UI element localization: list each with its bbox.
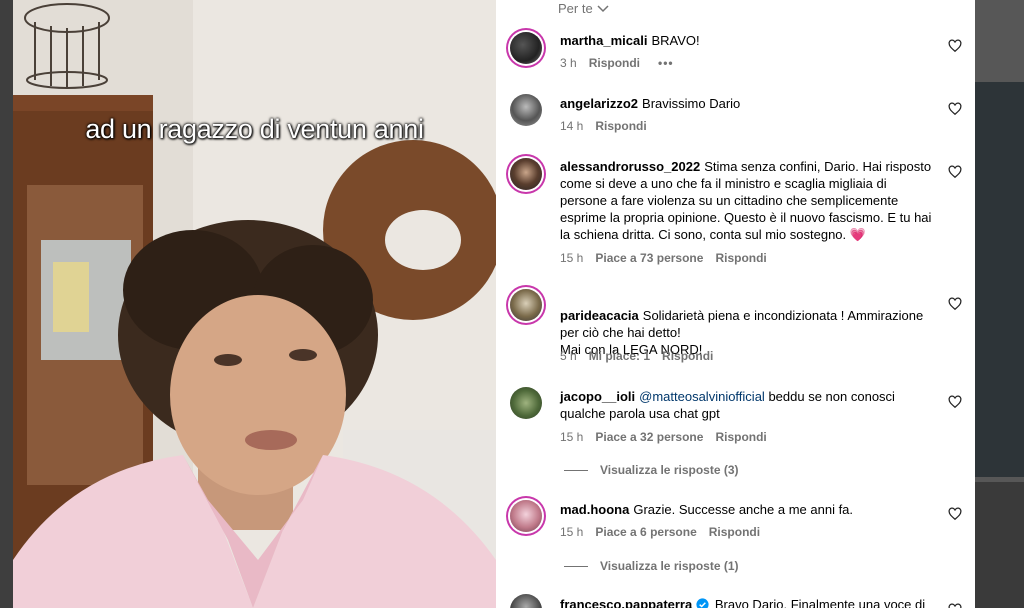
chevron-down-icon	[597, 5, 609, 13]
view-replies-button[interactable]: Visualizza le risposte (3)	[564, 463, 739, 477]
likes-count[interactable]: Piace a 73 persone	[595, 251, 703, 265]
comment-time[interactable]: 5 h	[560, 349, 577, 363]
background-post-thumbnail	[975, 482, 1024, 608]
comment-username[interactable]: mad.hoona	[560, 502, 629, 517]
reply-button[interactable]: Rispondi	[709, 525, 760, 539]
comment-text: BRAVO!	[651, 33, 700, 48]
comment-body: mad.hoona Grazie. Successe anche a me ann…	[560, 501, 934, 518]
more-options-icon[interactable]: •••	[658, 56, 674, 70]
feed-selector[interactable]: Per te	[558, 1, 609, 16]
comment-text: Bravissimo Dario	[642, 96, 741, 111]
like-heart-icon[interactable]	[948, 395, 962, 409]
comment-body: jacopo__ioli @matteosalviniofficial beddu…	[560, 388, 934, 422]
avatar[interactable]	[510, 500, 542, 532]
comment-meta: 15 h Piace a 73 persone Rispondi	[560, 251, 767, 265]
avatar[interactable]	[510, 387, 542, 419]
background-post-thumbnail	[975, 82, 1024, 477]
comment-meta: 14 h Rispondi	[560, 119, 647, 133]
avatar[interactable]	[510, 289, 542, 321]
comment-meta: 3 h Rispondi •••	[560, 56, 674, 70]
comment-username[interactable]: angelarizzo2	[560, 96, 638, 111]
reply-button[interactable]: Rispondi	[715, 251, 766, 265]
comment-body: angelarizzo2 Bravissimo Dario	[560, 95, 934, 112]
like-heart-icon[interactable]	[948, 102, 962, 116]
comment-text: Grazie. Successe anche a me anni fa.	[633, 502, 854, 517]
view-replies-label: Visualizza le risposte (3)	[600, 463, 739, 477]
video-player[interactable]: ad un ragazzo di ventun anni	[13, 0, 496, 608]
comment-username[interactable]: martha_micali	[560, 33, 647, 48]
comment-time[interactable]: 15 h	[560, 430, 583, 444]
reply-button[interactable]: Rispondi	[589, 56, 640, 70]
comment-username[interactable]: francesco.pappaterra	[560, 597, 692, 608]
like-heart-icon[interactable]	[948, 165, 962, 179]
reply-button[interactable]: Rispondi	[662, 349, 713, 363]
comment-text: Bravo Dario. Finalmente una voce di	[714, 597, 926, 608]
comment-username[interactable]: alessandrorusso_2022	[560, 159, 700, 174]
like-heart-icon[interactable]	[948, 39, 962, 53]
comment-time[interactable]: 15 h	[560, 251, 583, 265]
comment-username[interactable]: jacopo__ioli	[560, 389, 635, 404]
feed-selector-label: Per te	[558, 1, 593, 16]
avatar[interactable]	[510, 94, 542, 126]
avatar[interactable]	[510, 32, 542, 64]
video-frame-illustration	[13, 0, 496, 608]
reply-button[interactable]: Rispondi	[595, 119, 646, 133]
replies-divider	[564, 469, 588, 471]
comment-mention[interactable]: @matteosalviniofficial	[639, 389, 765, 404]
comment-time[interactable]: 3 h	[560, 56, 577, 70]
comment-time[interactable]: 14 h	[560, 119, 583, 133]
comment-body: francesco.pappaterra Bravo Dario. Finalm…	[560, 596, 934, 608]
comment-username[interactable]: parideacacia	[560, 308, 639, 323]
likes-count[interactable]: Mi piace: 1	[589, 349, 650, 363]
comment-time[interactable]: 15 h	[560, 525, 583, 539]
comment-body: alessandrorusso_2022 Stima senza confini,…	[560, 158, 934, 243]
verified-badge-icon	[696, 598, 709, 608]
comment-body: martha_micali BRAVO!	[560, 32, 934, 49]
replies-divider	[564, 565, 588, 567]
like-heart-icon[interactable]	[948, 297, 962, 311]
avatar[interactable]	[510, 158, 542, 190]
video-caption: ad un ragazzo di ventun anni	[85, 114, 424, 144]
comment-body: parideacacia Solidarietà piena e incondiz…	[560, 290, 934, 358]
like-heart-icon[interactable]	[948, 603, 962, 608]
comment-meta: 15 h Piace a 32 persone Rispondi	[560, 430, 767, 444]
likes-count[interactable]: Piace a 32 persone	[595, 430, 703, 444]
comments-panel: Per te martha_micali BRAVO! 3 h Rispondi …	[496, 0, 975, 608]
reply-button[interactable]: Rispondi	[715, 430, 766, 444]
view-replies-button[interactable]: Visualizza le risposte (1)	[564, 559, 739, 573]
like-heart-icon[interactable]	[948, 507, 962, 521]
avatar[interactable]	[510, 594, 542, 608]
likes-count[interactable]: Piace a 6 persone	[595, 525, 696, 539]
comment-meta: 15 h Piace a 6 persone Rispondi	[560, 525, 760, 539]
view-replies-label: Visualizza le risposte (1)	[600, 559, 739, 573]
comment-meta: 5 h Mi piace: 1 Rispondi	[560, 349, 713, 363]
left-edge	[0, 0, 13, 608]
